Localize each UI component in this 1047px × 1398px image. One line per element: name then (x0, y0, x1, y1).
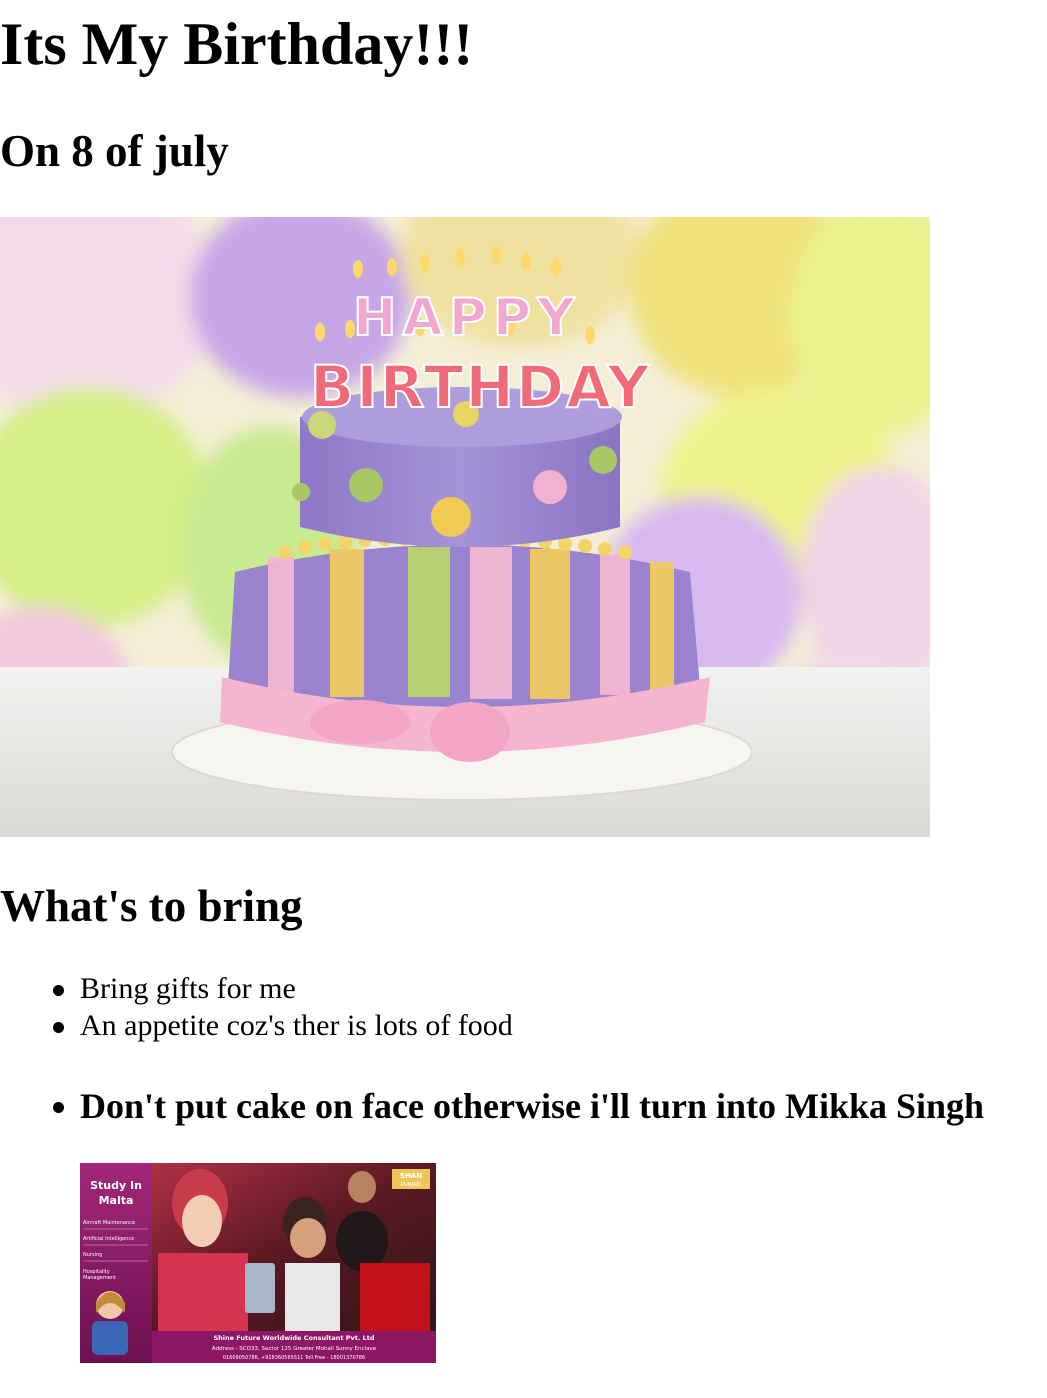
birthday-cake-image: HAPPY BIRTHDAY (0, 217, 930, 837)
ad-image: Study In Malta Aircraft Maintenance Arti… (80, 1163, 436, 1363)
page-title: Its My Birthday!!! (0, 11, 474, 77)
event-date: On 8 of july (0, 126, 229, 176)
cake-topper-happy: HAPPY (353, 288, 581, 348)
ad-course: Management (83, 1275, 116, 1281)
ad-company: Shine Future Worldwide Consultant Pvt. L… (213, 1334, 374, 1342)
ad-headline-line1: Study In (90, 1179, 142, 1192)
ad-course: Artificial Intelligence (83, 1236, 134, 1242)
ad-headline-line2: Malta (99, 1194, 134, 1207)
bring-heading: What's to bring (0, 881, 303, 931)
bring-list: Bring gifts for me An appetite coz's the… (0, 970, 513, 1044)
ad-address: Address - SCO33, Sector 125 Greater Moha… (212, 1346, 377, 1352)
ad-contact: 01609050786, +918360565511 Toll Free - 1… (223, 1355, 365, 1361)
ad-badge-line2: PUNJABI (401, 1182, 421, 1188)
ad-course: Nursing (83, 1252, 102, 1258)
list-item-bold: Don't put cake on face otherwise i'll tu… (0, 1084, 984, 1128)
list-item: Bring gifts for me (0, 970, 513, 1007)
cake-topper-birthday: BIRTHDAY (310, 353, 651, 421)
bold-list: Don't put cake on face otherwise i'll tu… (0, 1084, 984, 1128)
ad-course: Aircraft Maintenance (83, 1220, 135, 1226)
ad-badge-line1: SHAN (400, 1172, 422, 1180)
list-item: An appetite coz's ther is lots of food (0, 1007, 513, 1044)
